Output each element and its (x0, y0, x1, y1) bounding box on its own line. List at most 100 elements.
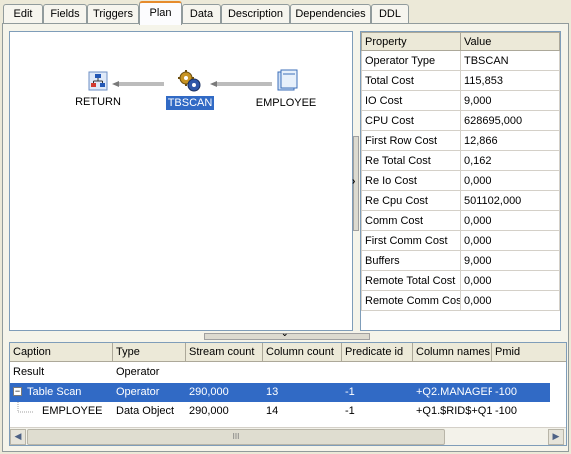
property-name: Operator Type (361, 50, 461, 71)
tab-description[interactable]: Description (221, 4, 290, 24)
property-row[interactable]: Buffers 9,000 (361, 250, 560, 271)
property-name: Total Cost (361, 70, 461, 91)
chevron-down-icon[interactable]: ⌄ (281, 328, 289, 339)
tab-bar: Edit Fields Triggers Plan Data Descripti… (0, 0, 571, 25)
tab-ddl[interactable]: DDL (371, 4, 409, 24)
cell-stream-count: 290,000 (189, 405, 229, 417)
plan-node-return[interactable]: RETURN (68, 70, 128, 109)
property-value: 9,000 (460, 250, 560, 271)
cell-predicate-id: -1 (345, 386, 355, 398)
cell-caption: Result (13, 366, 45, 378)
column-header-stream-count[interactable]: Stream count (186, 343, 263, 362)
chevron-right-icon[interactable]: › (352, 176, 360, 187)
plan-operators-grid: Caption Type Stream count Column count P… (9, 342, 567, 446)
property-value: 0,000 (460, 290, 560, 311)
property-row[interactable]: Re Total Cost 0,162 (361, 150, 560, 171)
employee-node-label: EMPLOYEE (255, 97, 317, 109)
tab-data[interactable]: Data (182, 4, 221, 24)
property-row[interactable]: Comm Cost 0,000 (361, 210, 560, 231)
plan-node-employee[interactable]: EMPLOYEE (253, 69, 319, 110)
tree-connector (17, 402, 34, 413)
cell-pmid: -100 (495, 386, 518, 398)
property-name: Comm Cost (361, 210, 461, 231)
collapse-icon[interactable]: − (13, 387, 22, 396)
property-value: TBSCAN (460, 50, 560, 71)
scroll-thumb[interactable]: III (27, 429, 445, 445)
property-value: 12,866 (460, 130, 560, 151)
table-icon (277, 69, 298, 91)
tab-dependencies-label: Dependencies (295, 8, 366, 20)
property-value: 628695,000 (460, 110, 560, 131)
column-header-caption[interactable]: Caption (10, 343, 113, 362)
cell-type: Operator (116, 386, 160, 398)
vertical-splitter[interactable]: › (352, 31, 360, 331)
cell-pmid: -100 (495, 405, 518, 417)
property-column-header[interactable]: Property (361, 32, 461, 51)
tab-plan-label: Plan (149, 7, 172, 19)
property-value: 0,000 (460, 270, 560, 291)
property-value: 501102,000 (460, 190, 560, 211)
tab-triggers[interactable]: Triggers (87, 4, 139, 24)
scroll-thumb-grip: III (232, 432, 240, 441)
horizontal-splitter[interactable]: ⌄ (9, 328, 561, 341)
cell-type: Data Object (116, 405, 175, 417)
scroll-right-icon[interactable]: ▶ (548, 429, 564, 445)
property-row[interactable]: First Comm Cost 0,000 (361, 230, 560, 251)
cell-type: Operator (116, 366, 160, 378)
tab-plan[interactable]: Plan (139, 1, 182, 25)
property-row[interactable]: Re Io Cost 0,000 (361, 170, 560, 191)
cell-column-names: +Q2.MANAGEF (416, 386, 492, 398)
grid-header: Caption Type Stream count Column count P… (10, 343, 566, 362)
cell-column-names: +Q1.$RID$+Q1 (416, 405, 492, 417)
column-header-pmid[interactable]: Pmid (492, 343, 566, 362)
property-name: Re Cpu Cost (361, 190, 461, 211)
gears-icon (178, 70, 201, 92)
cell-stream-count: 290,000 (189, 386, 229, 398)
column-header-type[interactable]: Type (113, 343, 186, 362)
return-node-icon (88, 71, 108, 91)
grid-row-result[interactable]: Result Operator (10, 363, 550, 382)
value-column-header[interactable]: Value (460, 32, 560, 51)
tab-dependencies[interactable]: Dependencies (290, 4, 371, 24)
property-name: Remote Comm Cost (361, 290, 461, 311)
tab-description-label: Description (227, 8, 284, 20)
horizontal-scrollbar[interactable]: ◀ III ▶ (10, 427, 566, 445)
tab-edit-label: Edit (13, 8, 33, 20)
property-value: 0,162 (460, 150, 560, 171)
cell-column-count: 13 (266, 386, 279, 398)
property-name: First Row Cost (361, 130, 461, 151)
property-row[interactable]: Remote Comm Cost 0,000 (361, 290, 560, 311)
property-row[interactable]: Operator Type TBSCAN (361, 50, 560, 71)
tab-fields-label: Fields (50, 8, 80, 20)
property-value: 0,000 (460, 230, 560, 251)
plan-node-tbscan[interactable]: TBSCAN (162, 69, 218, 110)
tab-edit[interactable]: Edit (3, 4, 43, 24)
plan-diagram[interactable]: RETURN TBSCAN EMPLOYEE (9, 31, 353, 331)
property-name: Buffers (361, 250, 461, 271)
tab-ddl-label: DDL (378, 8, 401, 20)
column-header-predicate-id[interactable]: Predicate id (342, 343, 413, 362)
property-table: Property Value Operator Type TBSCAN Total … (361, 32, 560, 311)
tab-fields[interactable]: Fields (43, 4, 87, 24)
property-row[interactable]: Total Cost 115,853 (361, 70, 560, 91)
cell-predicate-id: -1 (345, 405, 355, 417)
property-row[interactable]: Re Cpu Cost 501102,000 (361, 190, 560, 211)
property-name: Re Io Cost (361, 170, 461, 191)
scroll-left-icon[interactable]: ◀ (10, 429, 26, 445)
grid-row-employee[interactable]: EMPLOYEE Data Object 290,000 14 -1 +Q1.$… (10, 402, 550, 421)
property-row[interactable]: IO Cost 9,000 (361, 90, 560, 111)
cell-column-count: 14 (266, 405, 279, 417)
grid-row-table-scan[interactable]: − Table Scan Operator 290,000 13 -1 +Q2.… (10, 383, 550, 402)
property-row[interactable]: CPU Cost 628695,000 (361, 110, 560, 131)
column-header-column-names[interactable]: Column names (413, 343, 492, 362)
property-name: IO Cost (361, 90, 461, 111)
property-row[interactable]: Remote Total Cost 0,000 (361, 270, 560, 291)
property-name: CPU Cost (361, 110, 461, 131)
property-value: 0,000 (460, 210, 560, 231)
column-header-column-count[interactable]: Column count (263, 343, 342, 362)
property-grid: Property Value Operator Type TBSCAN Total … (360, 31, 561, 331)
property-name: First Comm Cost (361, 230, 461, 251)
property-name: Remote Total Cost (361, 270, 461, 291)
plan-edge-tbscan-return (112, 81, 164, 87)
property-row[interactable]: First Row Cost 12,866 (361, 130, 560, 151)
